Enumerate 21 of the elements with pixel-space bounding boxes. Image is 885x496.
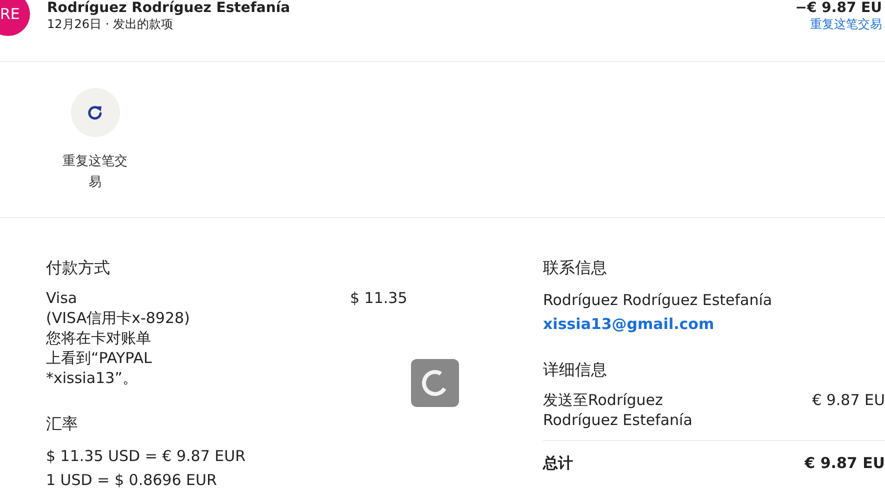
exchange-rate-text: $ 11.35 USD = € 9.87 EUR: [46, 446, 247, 467]
payment-method-text: Visa (VISA信用卡x-8928) 您将在卡对账单 上看到“PAYPAL *xissia13”。: [46, 288, 191, 388]
payee-name: Rodríguez Rodríguez Estefanía: [47, 0, 290, 16]
repeat-button[interactable]: 重复这笔交易: [53, 88, 137, 193]
section-heading: 联系信息: [543, 257, 608, 279]
repeat-link[interactable]: 重复这笔交易: [810, 16, 882, 33]
payment-amount: $ 11.35: [350, 288, 408, 309]
contact-name: Rodríguez Rodríguez Estefanía: [543, 290, 774, 311]
section-heading: 详细信息: [543, 359, 608, 381]
detail-label: 发送至Rodríguez Rodríguez Estefanía: [543, 390, 694, 430]
total-label: 总计: [543, 453, 573, 473]
section-heading: 汇率: [46, 413, 79, 435]
transaction-amount: −€ 9.87 EU: [795, 0, 882, 16]
avatar: RE: [0, 0, 30, 36]
detail-amount: € 9.87 EU: [812, 390, 885, 411]
total-amount: € 9.87 EU: [804, 453, 885, 473]
email-link[interactable]: xissia13@gmail.com: [543, 315, 714, 333]
exchange-rate-text: 1 USD = $ 0.8696 EUR: [46, 470, 218, 491]
section-heading: 付款方式: [46, 257, 111, 279]
loading-spinner: [411, 359, 459, 407]
transaction-meta: 12月26日 · 发出的款项: [47, 16, 174, 33]
